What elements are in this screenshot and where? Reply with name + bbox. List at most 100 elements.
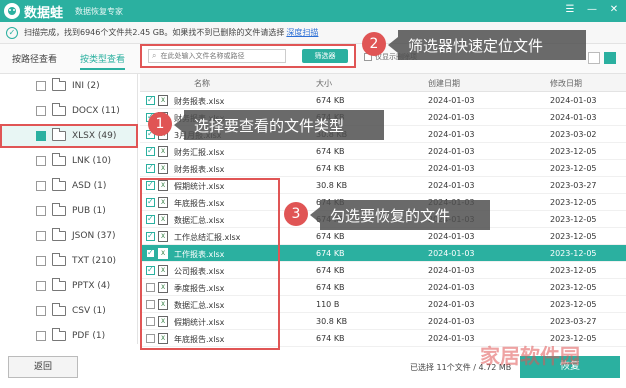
modified-date: 2023-12-05 (550, 215, 597, 224)
created-date: 2024-01-03 (428, 96, 475, 105)
list-view-icon[interactable] (604, 52, 616, 64)
file-size: 674 KB (316, 164, 345, 173)
callout-2-arrow (388, 37, 398, 53)
type-checkbox[interactable] (36, 331, 46, 341)
table-header: 名称 大小 创建日期 修改日期 (140, 74, 626, 92)
column-name[interactable]: 名称 (194, 78, 210, 89)
type-checkbox[interactable] (36, 281, 46, 291)
type-checkbox[interactable] (36, 206, 46, 216)
sidebar-item-json[interactable]: JSON (37) (36, 228, 116, 244)
file-size: 674 KB (316, 232, 345, 241)
file-name: 财务报表.xlsx (174, 165, 225, 174)
sidebar-item-ini[interactable]: INI (2) (36, 78, 100, 94)
callout-3-text: 勾选要恢复的文件 (320, 200, 490, 230)
created-date: 2024-01-03 (428, 147, 475, 156)
sidebar-item-asd[interactable]: ASD (1) (36, 178, 106, 194)
modified-date: 2023-12-05 (550, 147, 597, 156)
sidebar-item-xlsx[interactable]: XLSX (49) (36, 128, 116, 144)
filter-button[interactable]: 筛选器 (302, 49, 348, 63)
watermark: 家居软件园 (480, 344, 580, 368)
callout-1-arrow (174, 117, 184, 133)
modified-date: 2023-03-02 (550, 130, 597, 139)
sidebar-item-label: XLSX (49) (72, 131, 117, 141)
app-logo: 数据蛙 (4, 2, 63, 21)
tab-by-path[interactable]: 按路径查看 (12, 52, 57, 65)
type-checkbox[interactable] (36, 131, 46, 141)
folder-icon (52, 328, 66, 341)
close-icon[interactable]: ✕ (608, 4, 620, 16)
created-date: 2024-01-03 (428, 249, 475, 258)
column-created[interactable]: 创建日期 (428, 78, 460, 89)
search-box: ⌕ (148, 49, 286, 63)
type-checkbox[interactable] (36, 181, 46, 191)
row-checkbox[interactable] (146, 163, 155, 173)
file-size: 674 KB (316, 283, 345, 292)
sidebar-item-lnk[interactable]: LNK (10) (36, 153, 111, 169)
sidebar-item-pdf[interactable]: PDF (1) (36, 328, 105, 344)
file-size: 30.8 KB (316, 181, 348, 190)
created-date: 2024-01-03 (428, 130, 475, 139)
column-size[interactable]: 大小 (316, 78, 332, 89)
sidebar-item-txt[interactable]: TXT (210) (36, 253, 116, 269)
frog-logo-icon (4, 3, 20, 19)
app-subtitle: 数据恢复专家 (75, 6, 124, 16)
folder-icon (52, 228, 66, 241)
back-button[interactable]: 返回 (8, 356, 78, 378)
row-checkbox[interactable] (146, 146, 155, 156)
folder-icon (52, 128, 66, 141)
sidebar-item-label: PPTX (4) (72, 281, 111, 291)
table-row[interactable]: X 财务汇报.xlsx 674 KB 2024-01-03 2023-12-05 (140, 143, 626, 160)
type-checkbox[interactable] (36, 231, 46, 241)
filter-area: ⌕ 筛选器 (140, 44, 356, 68)
file-size: 674 KB (316, 266, 345, 275)
type-checkbox[interactable] (36, 81, 46, 91)
grid-view-icon[interactable] (588, 52, 600, 64)
table-row[interactable]: X 财务报表.xlsx 674 KB 2024-01-03 2024-01-03 (140, 92, 626, 109)
sidebar-item-label: DOCX (11) (72, 106, 120, 116)
sidebar-item-label: INI (2) (72, 81, 100, 91)
type-checkbox[interactable] (36, 156, 46, 166)
deep-scan-link[interactable]: 深度扫描 (286, 27, 318, 38)
created-date: 2024-01-03 (428, 232, 475, 241)
sidebar-item-pub[interactable]: PUB (1) (36, 203, 106, 219)
window-controls: ☰ — ✕ (564, 4, 620, 16)
sidebar-item-label: PUB (1) (72, 206, 106, 216)
tab-by-type[interactable]: 按类型查看 (80, 52, 126, 70)
column-modified[interactable]: 修改日期 (550, 78, 582, 89)
modified-date: 2023-03-27 (550, 181, 597, 190)
search-icon: ⌕ (152, 51, 157, 60)
type-checkbox[interactable] (36, 106, 46, 116)
file-type-sidebar: INI (2) DOCX (11) XLSX (49) LNK (10) ASD… (0, 74, 138, 344)
file-size: 30.8 KB (316, 317, 348, 326)
view-mode-switch (588, 52, 616, 64)
sidebar-item-csv[interactable]: CSV (1) (36, 303, 106, 319)
file-size: 110 B (316, 300, 340, 309)
callout-1-number: 1 (148, 112, 172, 136)
folder-icon (52, 78, 66, 91)
search-input[interactable] (160, 52, 271, 60)
menu-icon[interactable]: ☰ (564, 4, 576, 16)
sidebar-item-label: JSON (37) (72, 231, 116, 241)
callout-3-arrow (310, 207, 320, 223)
file-size: 674 KB (316, 147, 345, 156)
row-checkbox[interactable] (146, 95, 155, 105)
sidebar-item-docx[interactable]: DOCX (11) (36, 103, 120, 119)
folder-icon (52, 203, 66, 216)
modified-date: 2023-12-05 (550, 164, 597, 173)
sidebar-item-pptx[interactable]: PPTX (4) (36, 278, 110, 294)
created-date: 2024-01-03 (428, 113, 475, 122)
selected-files-highlight (140, 178, 280, 350)
modified-date: 2023-03-27 (550, 317, 597, 326)
type-checkbox[interactable] (36, 306, 46, 316)
type-checkbox[interactable] (36, 256, 46, 266)
created-date: 2024-01-03 (428, 266, 475, 275)
excel-file-icon: X (158, 146, 168, 157)
callout-1-text: 选择要查看的文件类型 (184, 110, 384, 140)
title-bar: 数据蛙 数据恢复专家 ☰ — ✕ (0, 0, 626, 22)
modified-date: 2023-12-05 (550, 198, 597, 207)
modified-date: 2024-01-03 (550, 113, 597, 122)
minimize-icon[interactable]: — (586, 4, 598, 16)
folder-icon (52, 103, 66, 116)
file-size: 674 KB (316, 96, 345, 105)
table-row[interactable]: X 财务报表.xlsx 674 KB 2024-01-03 2023-12-05 (140, 160, 626, 177)
